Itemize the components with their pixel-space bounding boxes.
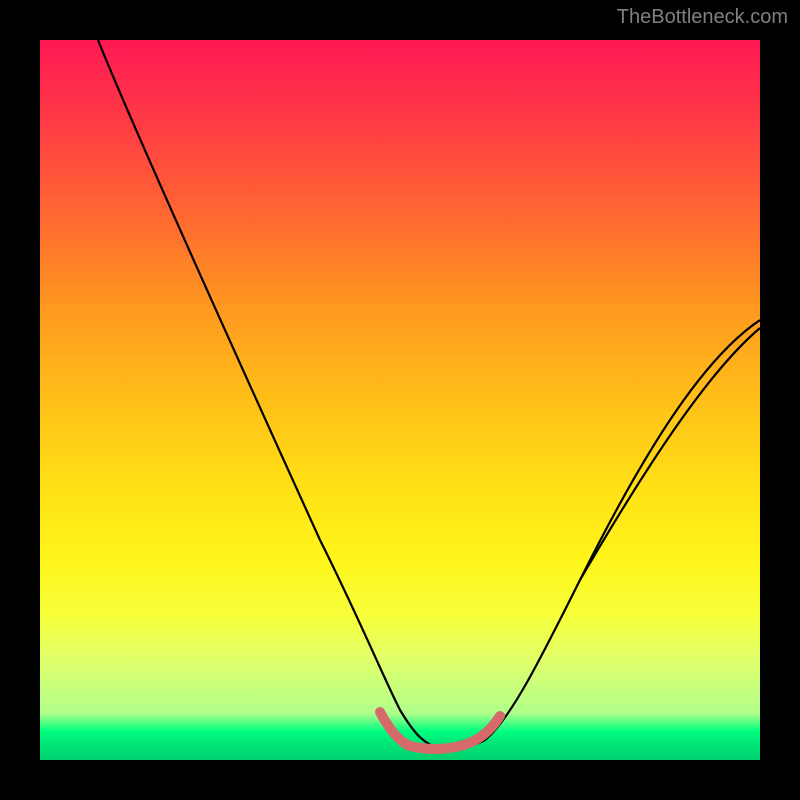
- bottleneck-curve-line: [98, 40, 760, 749]
- optimal-range-marker: [380, 712, 500, 749]
- chart-svg: [40, 40, 760, 760]
- watermark-text: TheBottleneck.com: [617, 6, 788, 29]
- chart-plot-area: [40, 40, 760, 760]
- bottleneck-curve-line-right: [580, 328, 760, 580]
